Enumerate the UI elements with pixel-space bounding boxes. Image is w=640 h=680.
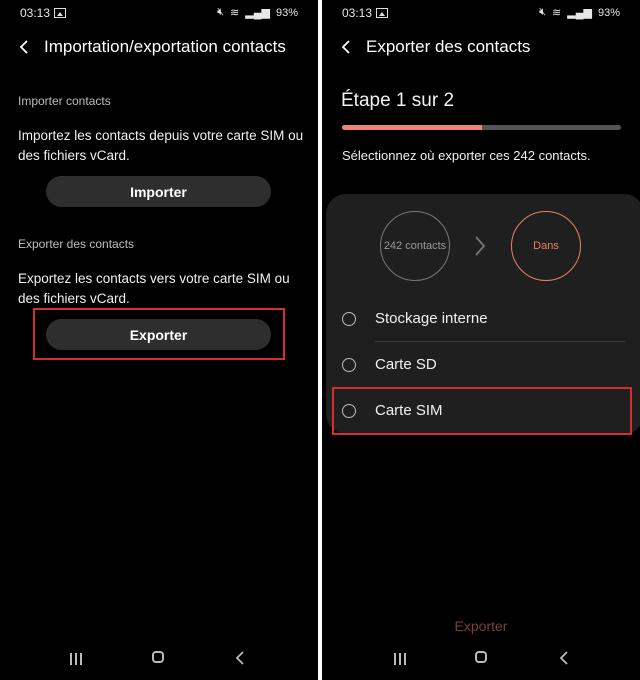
status-time: 03:13 [342,6,373,20]
sim-option-highlight [332,387,632,435]
signal-icon: ▂▄▆ [245,7,270,19]
recents-icon[interactable] [394,653,406,665]
app-bar: Exporter des contacts [322,34,640,62]
wifi-icon: ≋ [230,7,240,19]
page-title: Importation/exportation contacts [44,37,286,56]
option-divider [375,341,625,342]
nav-back-icon[interactable] [558,651,572,665]
option-internal-storage[interactable]: Stockage interne [326,300,640,340]
export-description: Exportez les contacts vers votre carte S… [18,271,290,306]
battery-level: 93% [275,6,298,19]
back-arrow-icon[interactable] [338,38,356,56]
status-time: 03:13 [20,6,51,20]
import-export-screen: 03:13 🔇︎ ≋ ▂▄▆ 93% Importation/exportati… [0,0,318,680]
chevron-right-icon [475,236,486,256]
import-section-label: Importer contacts [18,94,111,108]
home-icon[interactable] [152,651,164,663]
import-description: Importez les contacts depuis votre carte… [18,128,304,163]
app-bar: Importation/exportation contacts [0,34,318,62]
step-progress-bar [342,125,621,130]
radio-button[interactable] [342,358,356,372]
step-indicator: Étape 1 sur 2 [341,90,455,111]
export-instruction: Sélectionnez où exporter ces 242 contact… [342,148,591,163]
page-title: Exporter des contacts [366,37,531,56]
import-button[interactable]: Importer [46,176,271,207]
signal-icon: ▂▄▆ [567,7,592,19]
nav-back-icon[interactable] [234,651,248,665]
radio-button[interactable] [342,312,356,326]
export-contacts-screen: 03:13 🔇︎ ≋ ▂▄▆ 93% Exporter des contacts… [322,0,640,680]
source-circle: 242 contacts [380,211,450,281]
back-arrow-icon[interactable] [16,38,34,56]
battery-level: 93% [597,6,620,19]
status-bar: 03:13 🔇︎ ≋ ▂▄▆ 93% [0,0,318,26]
status-bar: 03:13 🔇︎ ≋ ▂▄▆ 93% [322,0,640,26]
destination-circle: Dans [511,211,581,281]
export-action-button[interactable]: Exporter [322,618,640,634]
navigation-bar [322,640,640,680]
recents-icon[interactable] [70,653,82,665]
step-progress-fill [342,125,482,130]
gallery-notification-icon [376,8,388,18]
option-label: Carte SD [375,356,437,373]
option-sd-card[interactable]: Carte SD [326,346,640,386]
wifi-icon: ≋ [552,7,562,19]
export-section-label: Exporter des contacts [18,237,135,251]
navigation-bar [0,640,318,680]
gallery-notification-icon [54,8,66,18]
mute-icon: 🔇︎ [539,6,547,18]
option-label: Stockage interne [375,310,488,327]
export-button[interactable]: Exporter [46,319,271,350]
home-icon[interactable] [475,651,487,663]
mute-icon: 🔇︎ [217,6,225,18]
